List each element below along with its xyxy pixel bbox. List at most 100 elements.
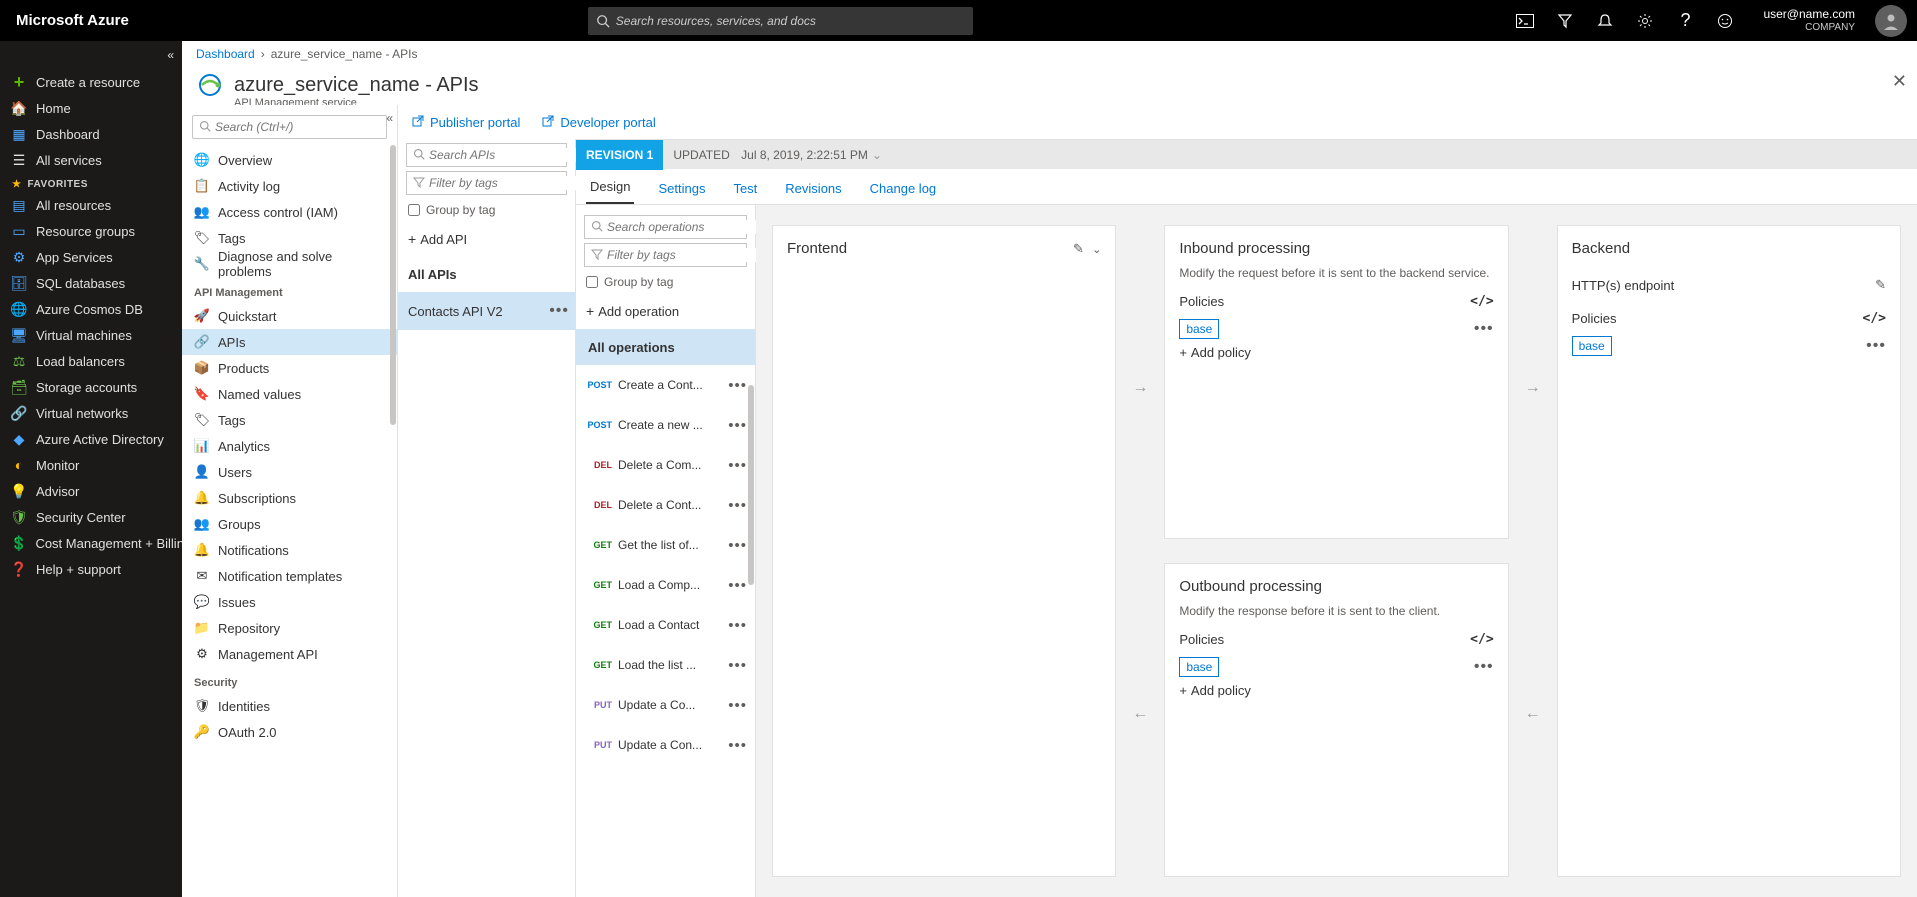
resmenu-search-input[interactable] bbox=[215, 120, 380, 134]
feedback-icon[interactable] bbox=[1705, 0, 1745, 41]
more-menu-icon[interactable]: ••• bbox=[728, 417, 747, 434]
op-filter-input[interactable] bbox=[607, 248, 764, 262]
more-menu-icon[interactable]: ••• bbox=[728, 497, 747, 514]
resmenu-item[interactable]: 🌐Overview bbox=[182, 147, 397, 173]
resmenu-item[interactable]: 🔗APIs bbox=[182, 329, 397, 355]
nav-dashboard[interactable]: ▦ Dashboard bbox=[0, 121, 182, 147]
api-filter-input[interactable] bbox=[429, 176, 586, 190]
resmenu-item[interactable]: 🏷Tags bbox=[182, 407, 397, 433]
resmenu-item[interactable]: 🔧Diagnose and solve problems bbox=[182, 251, 397, 277]
code-editor-icon[interactable]: </> bbox=[1470, 632, 1493, 647]
notifications-icon[interactable] bbox=[1585, 0, 1625, 41]
tab-test[interactable]: Test bbox=[729, 173, 761, 204]
resmenu-scrollbar[interactable] bbox=[389, 105, 397, 699]
nav-favorite-item[interactable]: ❓Help + support bbox=[0, 556, 182, 582]
api-search-input[interactable] bbox=[429, 148, 586, 162]
operation-item[interactable]: GETGet the list of...••• bbox=[576, 525, 755, 565]
more-menu-icon[interactable]: ••• bbox=[1474, 320, 1494, 338]
tab-design[interactable]: Design bbox=[586, 171, 634, 204]
global-search[interactable] bbox=[588, 7, 973, 35]
developer-portal-link[interactable]: Developer portal bbox=[542, 115, 655, 130]
base-policy[interactable]: base bbox=[1179, 319, 1219, 339]
more-menu-icon[interactable]: ••• bbox=[1866, 337, 1886, 355]
op-search[interactable] bbox=[584, 215, 747, 239]
resmenu-item[interactable]: 🔔Notifications bbox=[182, 537, 397, 563]
global-search-input[interactable] bbox=[616, 14, 965, 28]
api-group-by-tag-checkbox[interactable] bbox=[408, 204, 420, 216]
add-inbound-policy-button[interactable]: + Add policy bbox=[1179, 345, 1493, 360]
nav-favorite-item[interactable]: ▤All resources bbox=[0, 192, 182, 218]
nav-favorite-item[interactable]: 🔗Virtual networks bbox=[0, 400, 182, 426]
nav-favorite-item[interactable]: ◐Monitor bbox=[0, 452, 182, 478]
api-search[interactable] bbox=[406, 143, 567, 167]
operation-item[interactable]: POSTCreate a new ...••• bbox=[576, 405, 755, 445]
directory-filter-icon[interactable] bbox=[1545, 0, 1585, 41]
resmenu-item[interactable]: 👤Users bbox=[182, 459, 397, 485]
nav-favorite-item[interactable]: 🖥Virtual machines bbox=[0, 322, 182, 348]
nav-create-resource[interactable]: + Create a resource bbox=[0, 69, 182, 95]
nav-all-services[interactable]: ☰ All services bbox=[0, 147, 182, 173]
close-blade-button[interactable]: ✕ bbox=[1892, 71, 1907, 92]
nav-favorite-item[interactable]: 💲Cost Management + Billing bbox=[0, 530, 182, 556]
resmenu-item[interactable]: 🔑OAuth 2.0 bbox=[182, 719, 397, 745]
publisher-portal-link[interactable]: Publisher portal bbox=[412, 115, 520, 130]
tab-revisions[interactable]: Revisions bbox=[781, 173, 845, 204]
more-menu-icon[interactable]: ••• bbox=[728, 577, 747, 594]
op-search-input[interactable] bbox=[607, 220, 764, 234]
breadcrumb-root[interactable]: Dashboard bbox=[196, 47, 255, 61]
all-operations-header[interactable]: All operations bbox=[576, 329, 755, 365]
more-menu-icon[interactable]: ••• bbox=[728, 617, 747, 634]
operation-item[interactable]: GETLoad a Comp...••• bbox=[576, 565, 755, 605]
operations-scrollbar[interactable] bbox=[748, 385, 754, 585]
operation-item[interactable]: PUTUpdate a Con...••• bbox=[576, 725, 755, 765]
resmenu-item[interactable]: 📊Analytics bbox=[182, 433, 397, 459]
more-menu-icon[interactable]: ••• bbox=[549, 302, 569, 320]
more-menu-icon[interactable]: ••• bbox=[728, 697, 747, 714]
more-menu-icon[interactable]: ••• bbox=[728, 657, 747, 674]
operation-item[interactable]: GETLoad the list ...••• bbox=[576, 645, 755, 685]
operation-item[interactable]: PUTUpdate a Co...••• bbox=[576, 685, 755, 725]
resmenu-item[interactable]: 💬Issues bbox=[182, 589, 397, 615]
nav-home[interactable]: 🏠 Home bbox=[0, 95, 182, 121]
topbar-user[interactable]: user@name.com COMPANY bbox=[1753, 8, 1865, 33]
operation-item[interactable]: POSTCreate a Cont...••• bbox=[576, 365, 755, 405]
edit-backend-button[interactable]: ✎ bbox=[1875, 277, 1886, 293]
nav-favorite-item[interactable]: 🌐Azure Cosmos DB bbox=[0, 296, 182, 322]
base-policy[interactable]: base bbox=[1572, 336, 1612, 356]
nav-favorite-item[interactable]: 🗃Storage accounts bbox=[0, 374, 182, 400]
resmenu-item[interactable]: 🔖Named values bbox=[182, 381, 397, 407]
resmenu-item[interactable]: 📦Products bbox=[182, 355, 397, 381]
resmenu-item[interactable]: ✉Notification templates bbox=[182, 563, 397, 589]
tab-change-log[interactable]: Change log bbox=[866, 173, 941, 204]
code-editor-icon[interactable]: </> bbox=[1863, 311, 1886, 326]
operation-item[interactable]: DELDelete a Com...••• bbox=[576, 445, 755, 485]
resmenu-item[interactable]: ⚙Management API bbox=[182, 641, 397, 667]
operation-item[interactable]: DELDelete a Cont...••• bbox=[576, 485, 755, 525]
nav-favorite-item[interactable]: 🛡Security Center bbox=[0, 504, 182, 530]
api-list-item[interactable]: Contacts API V2••• bbox=[398, 292, 575, 330]
more-menu-icon[interactable]: ••• bbox=[728, 737, 747, 754]
op-filter[interactable] bbox=[584, 243, 747, 267]
resmenu-item[interactable]: 🚀Quickstart bbox=[182, 303, 397, 329]
nav-favorite-item[interactable]: ⚖Load balancers bbox=[0, 348, 182, 374]
help-icon[interactable]: ? bbox=[1665, 0, 1705, 41]
resmenu-item[interactable]: 👥Groups bbox=[182, 511, 397, 537]
revision-badge[interactable]: REVISION 1 bbox=[576, 140, 663, 170]
add-api-button[interactable]: + Add API bbox=[398, 221, 575, 257]
resmenu-item[interactable]: 📋Activity log bbox=[182, 173, 397, 199]
resmenu-search[interactable] bbox=[192, 115, 387, 139]
tab-settings[interactable]: Settings bbox=[654, 173, 709, 204]
add-operation-button[interactable]: + Add operation bbox=[576, 293, 755, 329]
chevron-down-icon[interactable]: ⌄ bbox=[872, 148, 882, 162]
more-menu-icon[interactable]: ••• bbox=[1474, 658, 1494, 676]
resmenu-item[interactable]: 🛡Identities bbox=[182, 693, 397, 719]
resmenu-item[interactable]: 👥Access control (IAM) bbox=[182, 199, 397, 225]
nav-favorite-item[interactable]: ▭Resource groups bbox=[0, 218, 182, 244]
edit-frontend-button[interactable]: ✎ bbox=[1073, 241, 1084, 256]
settings-icon[interactable] bbox=[1625, 0, 1665, 41]
base-policy[interactable]: base bbox=[1179, 657, 1219, 677]
nav-favorite-item[interactable]: 💡Advisor bbox=[0, 478, 182, 504]
op-group-by-tag-checkbox[interactable] bbox=[586, 276, 598, 288]
brand-label[interactable]: Microsoft Azure bbox=[0, 12, 145, 29]
api-group-by-tag[interactable]: Group by tag bbox=[398, 199, 575, 221]
